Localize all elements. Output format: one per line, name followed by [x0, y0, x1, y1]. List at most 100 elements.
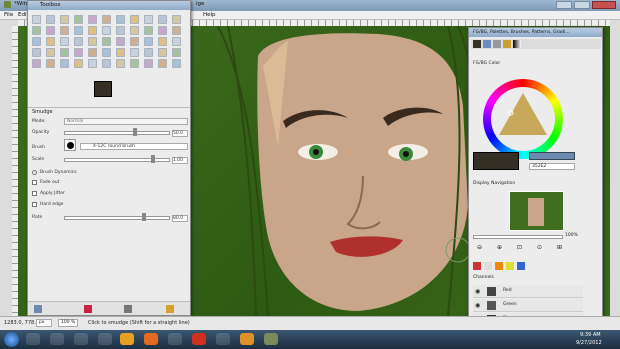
restore-options-icon[interactable]: [84, 305, 92, 313]
taskbar-blender-icon[interactable]: [240, 333, 254, 345]
tool-icon[interactable]: [32, 59, 41, 68]
channel-row-red[interactable]: ◉ Red: [473, 285, 583, 298]
tool-icon[interactable]: [116, 37, 125, 46]
tool-icon[interactable]: [144, 37, 153, 46]
delete-options-icon[interactable]: [124, 305, 132, 313]
tab-brushes-icon[interactable]: [493, 40, 501, 48]
tool-icon[interactable]: [116, 48, 125, 57]
tool-icon[interactable]: [32, 48, 41, 57]
menu-file[interactable]: File: [4, 11, 13, 20]
brush-name[interactable]: 4-12C round brush: [80, 143, 188, 150]
zoom-one-icon[interactable]: ⊙: [537, 244, 542, 251]
tool-icon[interactable]: [158, 59, 167, 68]
tool-icon[interactable]: [102, 48, 111, 57]
eye-icon[interactable]: ◉: [475, 302, 480, 309]
tool-icon[interactable]: [46, 59, 55, 68]
tab-paths-icon[interactable]: [495, 262, 503, 270]
apply-jitter-checkbox[interactable]: [32, 191, 37, 196]
brush-preview-button[interactable]: [64, 139, 76, 151]
tool-icon[interactable]: [46, 15, 55, 24]
tool-icon[interactable]: [32, 26, 41, 35]
tool-icon[interactable]: [88, 15, 97, 24]
tool-icon[interactable]: [32, 15, 41, 24]
tool-icon[interactable]: [46, 37, 55, 46]
taskbar-app3-icon[interactable]: [216, 333, 230, 345]
tool-icon[interactable]: [172, 48, 181, 57]
color-triangle[interactable]: [495, 91, 551, 147]
tool-icon[interactable]: [88, 26, 97, 35]
tool-icon[interactable]: [74, 59, 83, 68]
hex-input[interactable]: 352E2: [529, 163, 575, 170]
tab-undo-icon[interactable]: [506, 262, 514, 270]
tool-icon[interactable]: [144, 26, 153, 35]
channel-row-green[interactable]: ◉ Green: [473, 299, 583, 312]
tool-icon[interactable]: [158, 15, 167, 24]
tool-icon[interactable]: [116, 15, 125, 24]
tool-icon[interactable]: [158, 48, 167, 57]
expand-icon[interactable]: [32, 170, 37, 175]
minimize-button[interactable]: [556, 1, 572, 9]
reset-options-icon[interactable]: [166, 305, 174, 313]
tool-icon[interactable]: [144, 15, 153, 24]
tool-icon[interactable]: [74, 26, 83, 35]
fade-out-checkbox[interactable]: [32, 180, 37, 185]
tab-layers-icon[interactable]: [473, 262, 481, 270]
rate-slider-handle[interactable]: [142, 213, 146, 221]
menu-help[interactable]: Help: [203, 11, 216, 20]
tool-icon[interactable]: [172, 37, 181, 46]
eye-icon[interactable]: ◉: [475, 288, 480, 295]
tab-patterns-icon[interactable]: [503, 40, 511, 48]
taskbar-gimp-icon[interactable]: [264, 333, 278, 345]
brush-dynamics-label[interactable]: Brush Dynamics: [40, 170, 77, 175]
tool-icon[interactable]: [32, 37, 41, 46]
zoom-fit-icon[interactable]: ⊡: [517, 244, 522, 251]
zoom-select[interactable]: 100 %: [58, 319, 78, 327]
tool-icon[interactable]: [60, 26, 69, 35]
tool-icon[interactable]: [144, 59, 153, 68]
scale-slider-handle[interactable]: [151, 155, 155, 163]
tool-icon[interactable]: [172, 15, 181, 24]
rate-value[interactable]: 80.0: [172, 215, 188, 222]
tab-gradients-icon[interactable]: [513, 40, 521, 48]
tool-icon[interactable]: [60, 37, 69, 46]
tool-icon[interactable]: [88, 48, 97, 57]
color-picker-button[interactable]: [529, 152, 575, 160]
taskbar-ie-icon[interactable]: [26, 333, 40, 345]
tool-icon[interactable]: [60, 15, 69, 24]
save-options-icon[interactable]: [34, 305, 42, 313]
tool-icon[interactable]: [88, 37, 97, 46]
tool-icon[interactable]: [88, 59, 97, 68]
tool-icon[interactable]: [102, 26, 111, 35]
zoom-slider[interactable]: [473, 235, 563, 239]
tool-icon[interactable]: [74, 15, 83, 24]
mode-select[interactable]: Normal: [64, 118, 188, 125]
tool-icon[interactable]: [60, 59, 69, 68]
tool-icon[interactable]: [158, 37, 167, 46]
tool-icon[interactable]: [102, 59, 111, 68]
close-button[interactable]: [592, 1, 616, 9]
tool-icon[interactable]: [102, 37, 111, 46]
tool-icon[interactable]: [46, 48, 55, 57]
tool-icon[interactable]: [158, 26, 167, 35]
navigation-preview[interactable]: [509, 191, 564, 231]
tab-palettes-icon[interactable]: [483, 40, 491, 48]
tool-icon[interactable]: [130, 15, 139, 24]
tool-icon[interactable]: [130, 59, 139, 68]
taskbar-app-icon[interactable]: [168, 333, 182, 345]
taskbar-app2-icon[interactable]: [192, 333, 206, 345]
tool-icon[interactable]: [116, 59, 125, 68]
tool-icon[interactable]: [172, 26, 181, 35]
maximize-button[interactable]: [574, 1, 590, 9]
zoom-out-icon[interactable]: ⊖: [477, 244, 482, 251]
tool-icon[interactable]: [46, 26, 55, 35]
hard-edge-checkbox[interactable]: [32, 202, 37, 207]
tool-icon[interactable]: [116, 26, 125, 35]
tool-icon[interactable]: [102, 15, 111, 24]
tool-icon[interactable]: [74, 37, 83, 46]
tool-icon[interactable]: [172, 59, 181, 68]
opacity-slider[interactable]: [64, 131, 170, 135]
opacity-slider-handle[interactable]: [133, 128, 137, 136]
foreground-color-swatch[interactable]: [94, 81, 112, 97]
unit-select[interactable]: px: [36, 319, 52, 327]
opacity-value[interactable]: 50.0: [172, 130, 188, 137]
